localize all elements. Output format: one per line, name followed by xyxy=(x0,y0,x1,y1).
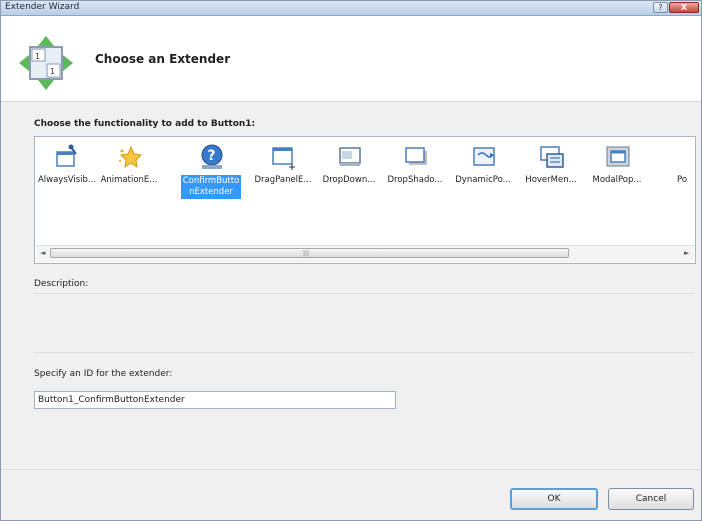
extender-id-label: Specify an ID for the extender: xyxy=(34,369,173,379)
extender-label: DynamicPo... xyxy=(455,175,511,185)
pushpin-window-icon xyxy=(56,144,77,167)
close-button[interactable]: X xyxy=(669,2,699,13)
svg-text:1: 1 xyxy=(50,67,55,76)
title-bar[interactable]: Extender Wizard ? X xyxy=(1,1,701,16)
extender-label: Po xyxy=(677,175,688,185)
extender-label: HoverMen... xyxy=(525,175,577,185)
list-item[interactable]: HoverMen... xyxy=(517,143,585,233)
description-text xyxy=(34,293,694,353)
list-item[interactable]: DropShado... xyxy=(381,143,449,233)
extender-wizard-window: Extender Wizard ? X 1 1 Choose an Extend… xyxy=(0,0,702,521)
drop-shadow-icon xyxy=(405,147,427,165)
list-item[interactable]: DragPanelE... xyxy=(249,143,317,233)
list-item-selected[interactable]: ? ConfirmButtonExtender xyxy=(177,143,245,233)
list-item[interactable]: DynamicPo... xyxy=(449,143,517,233)
question-icon: ? xyxy=(201,144,223,169)
help-button[interactable]: ? xyxy=(653,2,668,13)
description-label: Description: xyxy=(34,279,89,289)
cancel-button[interactable]: Cancel xyxy=(608,488,694,510)
list-item[interactable]: DropDown... xyxy=(315,143,383,233)
star-sparkle-icon xyxy=(119,145,143,169)
svg-text:1: 1 xyxy=(35,52,40,61)
extender-list-label: Choose the functionality to add to Butto… xyxy=(34,119,256,129)
hover-menu-icon xyxy=(540,146,564,168)
page-title: Choose an Extender xyxy=(95,52,231,66)
dropdown-window-icon xyxy=(339,147,361,166)
svg-text:?: ? xyxy=(208,148,216,164)
extender-label: AlwaysVisib... xyxy=(37,175,97,185)
scroll-right-icon[interactable]: ► xyxy=(684,249,689,257)
extender-id-input[interactable] xyxy=(34,391,396,409)
dynamic-populate-icon xyxy=(473,147,495,166)
horizontal-scrollbar[interactable]: ◄ ||| ► xyxy=(36,245,694,262)
extender-label: DragPanelE... xyxy=(254,175,312,185)
extender-list[interactable]: AlwaysVisib... AnimationE... ? ConfirmBu… xyxy=(34,136,696,264)
drag-panel-icon xyxy=(272,147,295,170)
window-title: Extender Wizard xyxy=(5,2,80,12)
list-item[interactable]: AlwaysVisib... xyxy=(35,143,101,233)
list-item[interactable]: ModalPop... xyxy=(583,143,651,233)
list-item[interactable]: Po xyxy=(649,143,689,233)
wizard-header: 1 1 Choose an Extender xyxy=(1,16,701,102)
list-item[interactable]: AnimationE... xyxy=(95,143,163,233)
scroll-left-icon[interactable]: ◄ xyxy=(40,249,45,257)
footer-divider xyxy=(1,469,701,470)
grip-icon: ||| xyxy=(303,250,310,257)
extender-label: AnimationE... xyxy=(100,175,158,185)
extender-label: DropShado... xyxy=(387,175,443,185)
extender-label: ModalPop... xyxy=(592,175,642,185)
extender-label: DropDown... xyxy=(322,175,376,185)
scroll-thumb[interactable]: ||| xyxy=(50,248,569,258)
ok-button[interactable]: OK xyxy=(510,488,598,510)
extender-wizard-icon: 1 1 xyxy=(19,36,73,90)
extender-label: ConfirmButtonExtender xyxy=(181,175,241,199)
modal-popup-icon xyxy=(606,146,630,167)
